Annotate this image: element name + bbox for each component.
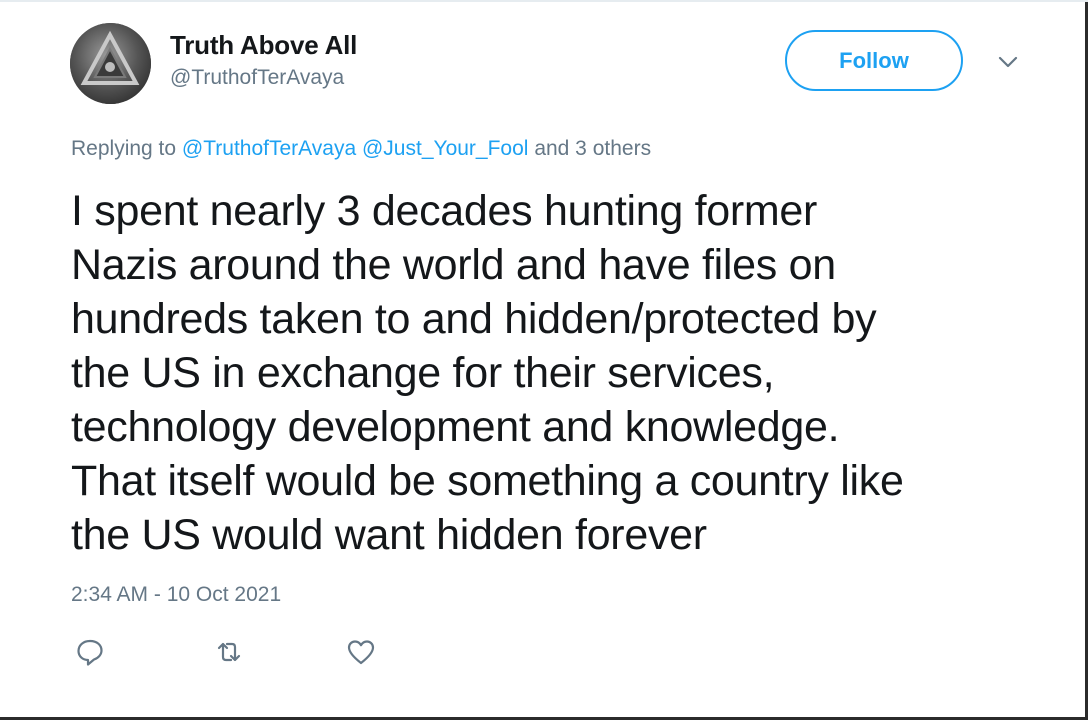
author-name[interactable]: Truth Above All: [170, 30, 357, 61]
tweet-text: I spent nearly 3 decades hunting former …: [71, 184, 1031, 562]
tweet-text-line: hundreds taken to and hidden/protected b…: [71, 295, 877, 343]
tweet-text-line: technology development and knowledge.: [71, 403, 840, 451]
tweet-text-line: That itself would be something a country…: [71, 457, 904, 505]
mention-link[interactable]: @TruthofTerAvaya: [182, 137, 356, 160]
chevron-down-icon[interactable]: [994, 48, 1022, 76]
tweet-timestamp[interactable]: 2:34 AM - 10 Oct 2021: [71, 583, 281, 607]
top-divider: [0, 0, 1088, 2]
mention-link[interactable]: @Just_Your_Fool: [362, 137, 528, 160]
tweet-card: Truth Above All @TruthofTerAvaya Follow …: [0, 0, 1088, 720]
tweet-text-line: the US in exchange for their services,: [71, 349, 775, 397]
replying-prefix: Replying to: [71, 137, 177, 160]
author-handle[interactable]: @TruthofTerAvaya: [170, 66, 344, 90]
reply-icon[interactable]: [74, 636, 106, 668]
tweet-text-line: the US would want hidden forever: [71, 511, 707, 559]
tweet-actions: [0, 636, 1085, 668]
tweet-text-line: Nazis around the world and have files on: [71, 241, 836, 289]
like-icon[interactable]: [345, 636, 377, 668]
avatar-triangle-emblem-icon: [70, 23, 151, 104]
replying-to: Replying to @TruthofTerAvaya @Just_Your_…: [71, 137, 651, 161]
replying-others[interactable]: and 3 others: [534, 137, 651, 160]
tweet-text-line: I spent nearly 3 decades hunting former: [71, 187, 818, 235]
follow-button[interactable]: Follow: [785, 30, 963, 91]
retweet-icon[interactable]: [213, 636, 245, 668]
avatar[interactable]: [70, 23, 151, 104]
